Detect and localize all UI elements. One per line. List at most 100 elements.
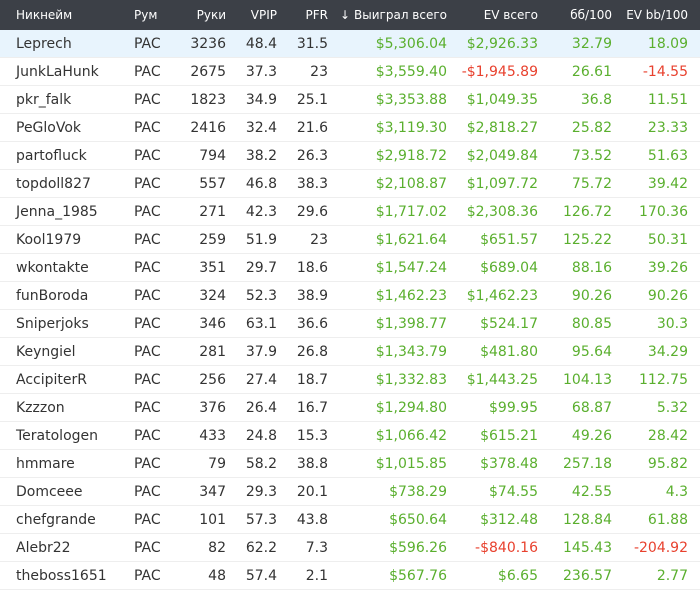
player-ev-bb100: 61.88 [647,512,688,528]
table-row[interactable]: AccipiterR PAC 256 27.4 18.7 $1,332.83 $1,443.… [0,366,700,394]
player-bb100: 128.84 [563,512,612,528]
table-row[interactable]: chefgrande PAC 101 57.3 43.8 $650.64 $312.48 12… [0,506,700,534]
player-ev-bb100: 5.32 [656,400,688,416]
player-ev-bb100: -14.55 [642,64,688,80]
player-bb100: 75.72 [571,176,612,192]
player-room: PAC [134,176,161,192]
column-header-vpip[interactable]: VPIP [232,0,277,30]
player-ev-bb100: 28.42 [647,428,688,444]
player-hands: 433 [199,428,226,444]
player-hands: 256 [199,372,226,388]
table-row[interactable]: Sniperjoks PAC 346 63.1 36.6 $1,398.77 $524.17… [0,310,700,338]
player-ev-total: -$840.16 [475,540,538,556]
player-won-total: $1,294.80 [375,400,447,416]
player-vpip: 27.4 [245,372,277,388]
player-ev-bb100: 39.42 [647,176,688,192]
table-row[interactable]: funBoroda PAC 324 52.3 38.9 $1,462.23 $1,462.2… [0,282,700,310]
player-pfr: 29.6 [296,204,328,220]
player-ev-bb100: 95.82 [647,456,688,472]
player-ev-total: $2,308.36 [466,204,538,220]
column-header-ev-bb100[interactable]: EV bb/100 [616,0,688,30]
player-hands: 3236 [190,36,226,52]
column-header-bb100[interactable]: бб/100 [544,0,612,30]
player-won-total: $1,621.64 [375,232,447,248]
player-pfr: 43.8 [296,512,328,528]
player-ev-bb100: 11.51 [647,92,688,108]
table-row[interactable]: theboss1651 PAC 48 57.4 2.1 $567.76 $6.65 236.5… [0,562,700,590]
player-vpip: 38.2 [245,148,277,164]
player-won-total: $2,108.87 [375,176,447,192]
player-pfr: 38.8 [296,456,328,472]
player-bb100: 95.64 [571,344,612,360]
player-ev-total: $378.48 [480,456,538,472]
player-hands: 281 [199,344,226,360]
player-pfr: 20.1 [296,484,328,500]
player-nickname: Alebr22 [16,540,71,556]
player-pfr: 16.7 [296,400,328,416]
table-row[interactable]: PeGloVok PAC 2416 32.4 21.6 $3,119.30 $2,818.2… [0,114,700,142]
player-bb100: 26.61 [571,64,612,80]
player-room: PAC [134,316,161,332]
player-room: PAC [134,484,161,500]
table-row[interactable]: pkr_falk PAC 1823 34.9 25.1 $3,353.88 $1,049.3… [0,86,700,114]
player-won-total: $567.76 [389,568,447,584]
player-vpip: 34.9 [245,92,277,108]
player-ev-total: $6.65 [497,568,538,584]
column-header-ev-total[interactable]: EV всего [452,0,538,30]
column-header-won-total-label: Выиграл всего [354,8,447,22]
player-room: PAC [134,372,161,388]
column-header-hands[interactable]: Руки [180,0,226,30]
table-row[interactable]: Domceee PAC 347 29.3 20.1 $738.29 $74.55 42.55 4… [0,478,700,506]
table-row[interactable]: Keyngiel PAC 281 37.9 26.8 $1,343.79 $481.80 95… [0,338,700,366]
player-ev-bb100: 50.31 [647,232,688,248]
player-stats-table: Никнейм Рум Руки VPIP PFR ↓ Выиграл всего… [0,0,700,590]
table-row[interactable]: Kool1979 PAC 259 51.9 23 $1,621.64 $651.57 125.… [0,226,700,254]
player-pfr: 25.1 [296,92,328,108]
table-row[interactable]: Kzzzon PAC 376 26.4 16.7 $1,294.80 $99.95 68.87… [0,394,700,422]
column-header-pfr[interactable]: PFR [282,0,328,30]
player-pfr: 36.6 [296,316,328,332]
table-row[interactable]: Alebr22 PAC 82 62.2 7.3 $596.26 -$840.16 145.43… [0,534,700,562]
player-hands: 101 [199,512,226,528]
table-row[interactable]: Jenna_1985 PAC 271 42.3 29.6 $1,717.02 $2,308.… [0,198,700,226]
player-hands: 2416 [190,120,226,136]
player-nickname: Kool1979 [16,232,82,248]
table-row[interactable]: hmmare PAC 79 58.2 38.8 $1,015.85 $378.48 257.1… [0,450,700,478]
player-ev-total: $99.95 [489,400,538,416]
player-vpip: 32.4 [245,120,277,136]
table-row[interactable]: Leprech PAC 3236 48.4 31.5 $5,306.04 $2,926.33… [0,30,700,58]
player-won-total: $1,398.77 [375,316,447,332]
column-header-room[interactable]: Рум [134,0,174,30]
player-nickname: partofluck [16,148,87,164]
player-bb100: 126.72 [563,204,612,220]
player-bb100: 145.43 [563,540,612,556]
player-ev-bb100: 23.33 [647,120,688,136]
table-row[interactable]: topdoll827 PAC 557 46.8 38.3 $2,108.87 $1,097.… [0,170,700,198]
player-bb100: 236.57 [563,568,612,584]
player-nickname: funBoroda [16,288,89,304]
table-row[interactable]: partofluck PAC 794 38.2 26.3 $2,918.72 $2,049.… [0,142,700,170]
player-room: PAC [134,92,161,108]
player-vpip: 58.2 [245,456,277,472]
table-row[interactable]: Teratologen PAC 433 24.8 15.3 $1,066.42 $615.2… [0,422,700,450]
player-won-total: $1,332.83 [375,372,447,388]
player-ev-bb100: 90.26 [647,288,688,304]
player-ev-total: $481.80 [480,344,538,360]
player-won-total: $1,343.79 [375,344,447,360]
player-bb100: 257.18 [563,456,612,472]
player-bb100: 90.26 [571,288,612,304]
player-hands: 271 [199,204,226,220]
player-vpip: 37.3 [245,64,277,80]
player-hands: 557 [199,176,226,192]
player-pfr: 18.6 [296,260,328,276]
player-bb100: 104.13 [563,372,612,388]
player-vpip: 63.1 [245,316,277,332]
player-vpip: 37.9 [245,344,277,360]
table-row[interactable]: wkontakte PAC 351 29.7 18.6 $1,547.24 $689.04 8… [0,254,700,282]
table-row[interactable]: JunkLaHunk PAC 2675 37.3 23 $3,559.40 -$1,945.… [0,58,700,86]
player-bb100: 68.87 [571,400,612,416]
player-ev-total: $1,097.72 [466,176,538,192]
column-header-nickname[interactable]: Никнейм [16,0,126,30]
player-bb100: 42.55 [571,484,612,500]
column-header-won-total[interactable]: ↓ Выиграл всего [336,0,447,30]
